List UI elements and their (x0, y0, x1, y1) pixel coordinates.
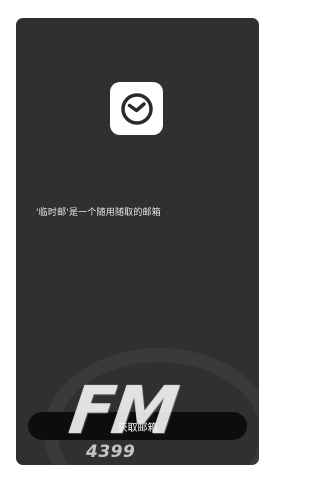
get-mailbox-button[interactable]: 获取邮箱 (28, 412, 247, 440)
clock-icon (120, 92, 153, 125)
page: '临时邮'是一个随用随取的邮箱 获取邮箱 FM 4399 (0, 0, 277, 500)
app-logo (110, 82, 163, 135)
watermark-ring (44, 348, 259, 465)
app-screen: '临时邮'是一个随用随取的邮箱 获取邮箱 (16, 18, 259, 465)
app-tagline: '临时邮'是一个随用随取的邮箱 (36, 208, 161, 218)
